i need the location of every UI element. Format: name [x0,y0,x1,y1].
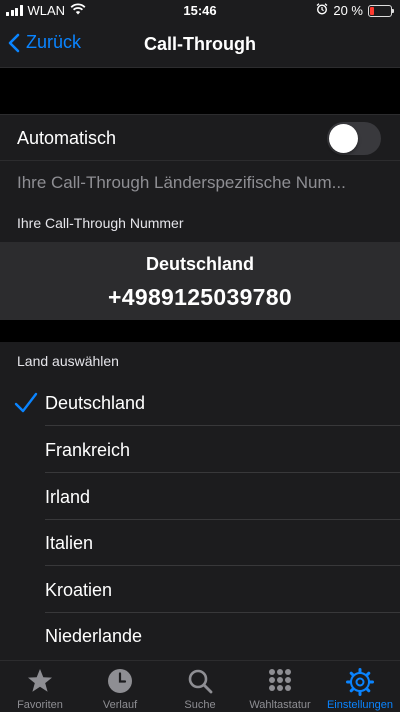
page-title: Call-Through [144,34,256,54]
clock-icon [108,669,132,693]
battery-level [370,6,374,15]
divider [45,425,400,426]
automatic-toggle[interactable] [327,122,381,155]
keypad-icon [269,669,291,691]
country-item-frankreich[interactable]: Frankreich [0,427,400,473]
selected-country-label: Deutschland [145,254,255,274]
section-spacer-2 [0,320,400,342]
battery-percent: 20 % [333,3,363,18]
tab-label: Wahltastatur [249,699,311,711]
automatic-label: Automatisch [17,128,117,148]
automatic-row: Automatisch [0,114,400,160]
section-spacer [0,68,400,114]
tab-wahltastatur[interactable]: Wahltastatur [240,661,320,712]
number-section-header: Ihre Call-Through Nummer [0,204,400,242]
call-through-number-card: Deutschland +4989125039780 [0,242,400,320]
tab-label: Einstellungen [326,699,394,711]
tab-suche[interactable]: Suche [160,661,240,712]
country-item-irland[interactable]: Irland [0,474,400,520]
navigation-bar: Zurück Call-Through [0,22,400,68]
tab-einstellungen[interactable]: Einstellungen [320,661,400,712]
country-item-italien[interactable]: Italien [0,520,400,566]
tab-bar: Favoriten Verlauf Suche Wahltastatur Ein… [0,660,400,712]
country-number-field[interactable]: Ihre Call-Through Länderspezifische Num.… [17,173,387,193]
battery-icon [368,4,394,17]
country-item-kroatien[interactable]: Kroatien [0,567,400,613]
number-section-title: Ihre Call-Through Nummer [17,215,184,231]
tab-label: Verlauf [102,699,138,711]
country-item-niederlande[interactable]: Niederlande [0,613,400,659]
checkmark-icon [14,392,38,413]
star-icon [28,669,52,692]
country-name: Frankreich [45,440,131,460]
call-through-number: +4989125039780 [108,284,292,310]
tab-verlauf[interactable]: Verlauf [80,661,160,712]
country-item-deutschland[interactable]: Deutschland [0,380,400,426]
country-name: Kroatien [45,580,113,600]
country-name: Niederlande [45,626,143,646]
divider [45,472,400,473]
country-list: Deutschland Frankreich Irland Italien Kr… [0,380,400,660]
country-name: Italien [45,533,94,553]
divider [45,565,400,566]
country-name: Deutschland [45,393,146,413]
select-country-header: Land auswählen [0,342,400,380]
tab-favoriten[interactable]: Favoriten [0,661,80,712]
select-country-title: Land auswählen [17,353,119,369]
toggle-knob [329,124,358,153]
alarm-icon [316,3,328,18]
search-icon [188,669,213,694]
country-number-field-row: Ihre Call-Through Länderspezifische Num.… [0,160,400,204]
tab-label: Favoriten [17,699,63,711]
status-bar: WLAN 15:46 20 % [0,0,400,22]
tab-label: Suche [184,699,216,711]
country-name: Irland [45,487,91,507]
gear-icon [346,668,374,696]
status-right: 20 % [316,3,394,18]
